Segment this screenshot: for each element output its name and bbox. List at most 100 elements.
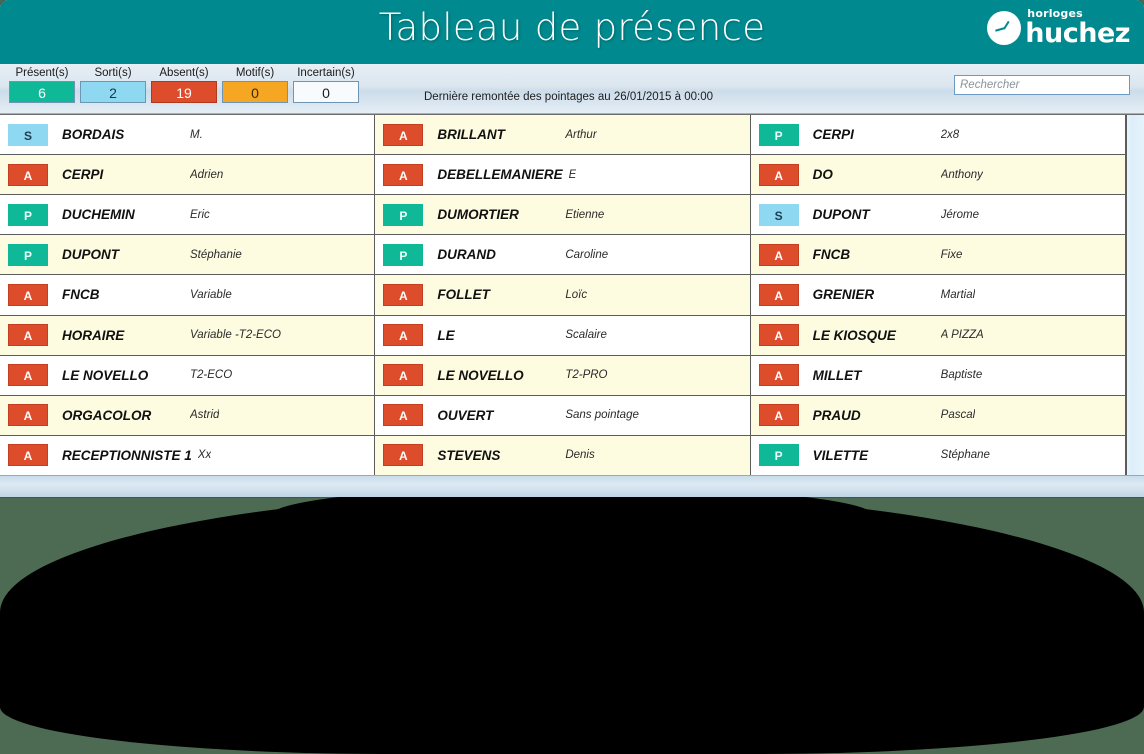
- employee-detail: Astrid: [190, 409, 220, 422]
- table-row[interactable]: A LE NOVELLO T2-ECO: [0, 355, 375, 396]
- employee-name: CERPI: [812, 127, 854, 143]
- table-row[interactable]: S BORDAIS M.: [0, 115, 375, 156]
- employee-name: DUMORTIER: [437, 207, 519, 223]
- table-row[interactable]: P DUPONT Stéphanie: [0, 235, 375, 276]
- stat-cell-motif: Motif(s) 0: [222, 66, 288, 103]
- employee-name: LE NOVELLO: [437, 367, 524, 383]
- table-row[interactable]: A LE KIOSQUE A PIZZA: [750, 315, 1125, 356]
- employee-name: DEBELLEMANIERE: [437, 167, 563, 183]
- employee-name: HORAIRE: [62, 327, 125, 343]
- stat-cell-incertain: Incertain(s) 0: [293, 66, 359, 103]
- stat-value-sorti[interactable]: 2: [80, 81, 146, 103]
- employee-name: CERPI: [62, 167, 104, 183]
- status-badge: A: [758, 364, 799, 387]
- table-row[interactable]: A STEVENS Denis: [375, 435, 750, 475]
- status-badge: A: [8, 404, 48, 427]
- employee-detail: Adrien: [190, 168, 224, 181]
- stat-value-motif[interactable]: 0: [222, 81, 288, 103]
- employee-detail: Xx: [197, 449, 212, 462]
- status-badge: A: [758, 404, 799, 427]
- employee-detail: 2x8: [940, 128, 960, 141]
- employee-name: DURAND: [437, 247, 496, 263]
- table-row[interactable]: A LE NOVELLO T2-PRO: [375, 355, 750, 396]
- table-row[interactable]: A PRAUD Pascal: [750, 395, 1125, 436]
- vertical-scrollbar[interactable]: [1125, 115, 1144, 475]
- table-row[interactable]: A HORAIRE Variable -T2-ECO: [0, 315, 375, 356]
- table-row[interactable]: A OUVERT Sans pointage: [375, 395, 750, 436]
- table-row[interactable]: P DURAND Caroline: [375, 235, 750, 276]
- stat-label-motif: Motif(s): [235, 67, 275, 79]
- table-row[interactable]: A GRENIER Martial: [750, 275, 1125, 316]
- status-badge: A: [8, 163, 48, 186]
- table-row[interactable]: A ORGACOLOR Astrid: [0, 395, 375, 436]
- employee-name: VILETTE: [812, 447, 869, 463]
- employee-name: MILLET: [812, 367, 862, 383]
- employee-name: LE KIOSQUE: [812, 327, 896, 343]
- employee-detail: Scalaire: [565, 329, 607, 342]
- table-row[interactable]: A CERPI Adrien: [0, 155, 375, 196]
- attendance-table: S BORDAIS M. A CERPI Adrien P DUCHEMIN Eric P DUPO…: [0, 114, 1144, 475]
- table-row[interactable]: A RECEPTIONNISTE 1 Xx: [0, 435, 375, 475]
- attendance-column-3: P CERPI 2x8 A DO Anthony S DUPONT Jérome A FNCB Fix…: [750, 115, 1126, 475]
- employee-name: DUCHEMIN: [62, 207, 135, 223]
- employee-detail: E: [568, 168, 577, 181]
- employee-detail: Pascal: [940, 409, 976, 422]
- status-badge: A: [383, 404, 424, 427]
- stat-label-absent: Absent(s): [159, 67, 209, 79]
- table-row[interactable]: P DUCHEMIN Eric: [0, 195, 375, 236]
- table-row[interactable]: A BRILLANT Arthur: [375, 115, 750, 156]
- table-row[interactable]: S DUPONT Jérome: [750, 195, 1125, 236]
- table-row[interactable]: P CERPI 2x8: [750, 115, 1125, 156]
- employee-name: LE: [437, 327, 455, 343]
- table-row[interactable]: P VILETTE Stéphane: [750, 435, 1125, 475]
- status-badge: A: [383, 324, 424, 347]
- status-badge: P: [8, 203, 48, 226]
- stat-value-incertain[interactable]: 0: [293, 81, 359, 103]
- employee-name: GRENIER: [812, 287, 875, 303]
- employee-detail: Caroline: [565, 248, 609, 261]
- brand-name: huchez: [1025, 18, 1130, 49]
- employee-detail: Martial: [940, 288, 976, 301]
- table-row[interactable]: A FNCB Fixe: [750, 235, 1125, 276]
- employee-detail: Eric: [190, 208, 210, 221]
- stat-label-present: Présent(s): [15, 67, 69, 79]
- brand-logo: horloges huchez: [987, 8, 1130, 47]
- table-row[interactable]: P DUMORTIER Etienne: [375, 195, 750, 236]
- employee-detail: Stéphanie: [190, 248, 242, 261]
- table-row[interactable]: A MILLET Baptiste: [750, 355, 1125, 396]
- table-row[interactable]: A DO Anthony: [750, 155, 1125, 196]
- table-row[interactable]: A LE Scalaire: [375, 315, 750, 356]
- attendance-column-2: A BRILLANT Arthur A DEBELLEMANIERE E P DUMORTIE…: [375, 115, 751, 475]
- stat-value-absent[interactable]: 19: [151, 81, 217, 103]
- status-badge: A: [758, 283, 799, 306]
- table-row[interactable]: A FNCB Variable: [0, 275, 375, 316]
- employee-detail: Baptiste: [940, 369, 983, 382]
- app-header: Tableau de présence horloges huchez: [0, 0, 1144, 64]
- status-badge: A: [758, 243, 799, 266]
- stat-value-present[interactable]: 6: [9, 81, 75, 103]
- brand-wordmark: horloges huchez: [1025, 8, 1130, 47]
- employee-detail: T2-PRO: [565, 369, 608, 382]
- employee-detail: Fixe: [940, 248, 963, 261]
- employee-detail: Variable: [190, 288, 232, 301]
- search-input[interactable]: [954, 75, 1130, 95]
- clock-icon: [987, 11, 1022, 45]
- employee-detail: Stéphane: [940, 449, 990, 462]
- status-badge: P: [8, 243, 48, 266]
- attendance-column-1: S BORDAIS M. A CERPI Adrien P DUCHEMIN Eric P DUPO…: [0, 115, 376, 475]
- status-badge: A: [8, 444, 48, 467]
- attendance-board-window: Tableau de présence horloges huchez Prés…: [0, 0, 1144, 497]
- employee-name: FOLLET: [437, 287, 490, 303]
- table-row[interactable]: A FOLLET Loïc: [375, 275, 750, 316]
- employee-name: ORGACOLOR: [62, 407, 152, 423]
- status-badge: A: [383, 123, 424, 146]
- stat-label-sorti: Sorti(s): [94, 67, 132, 79]
- page-title: Tableau de présence: [378, 6, 766, 49]
- status-badge: A: [8, 324, 48, 347]
- employee-name: LE NOVELLO: [62, 367, 149, 383]
- status-badge: A: [8, 283, 48, 306]
- status-badge: A: [758, 163, 799, 186]
- window-status-strip: [0, 475, 1144, 497]
- table-row[interactable]: A DEBELLEMANIERE E: [375, 155, 750, 196]
- status-badge: A: [383, 283, 424, 306]
